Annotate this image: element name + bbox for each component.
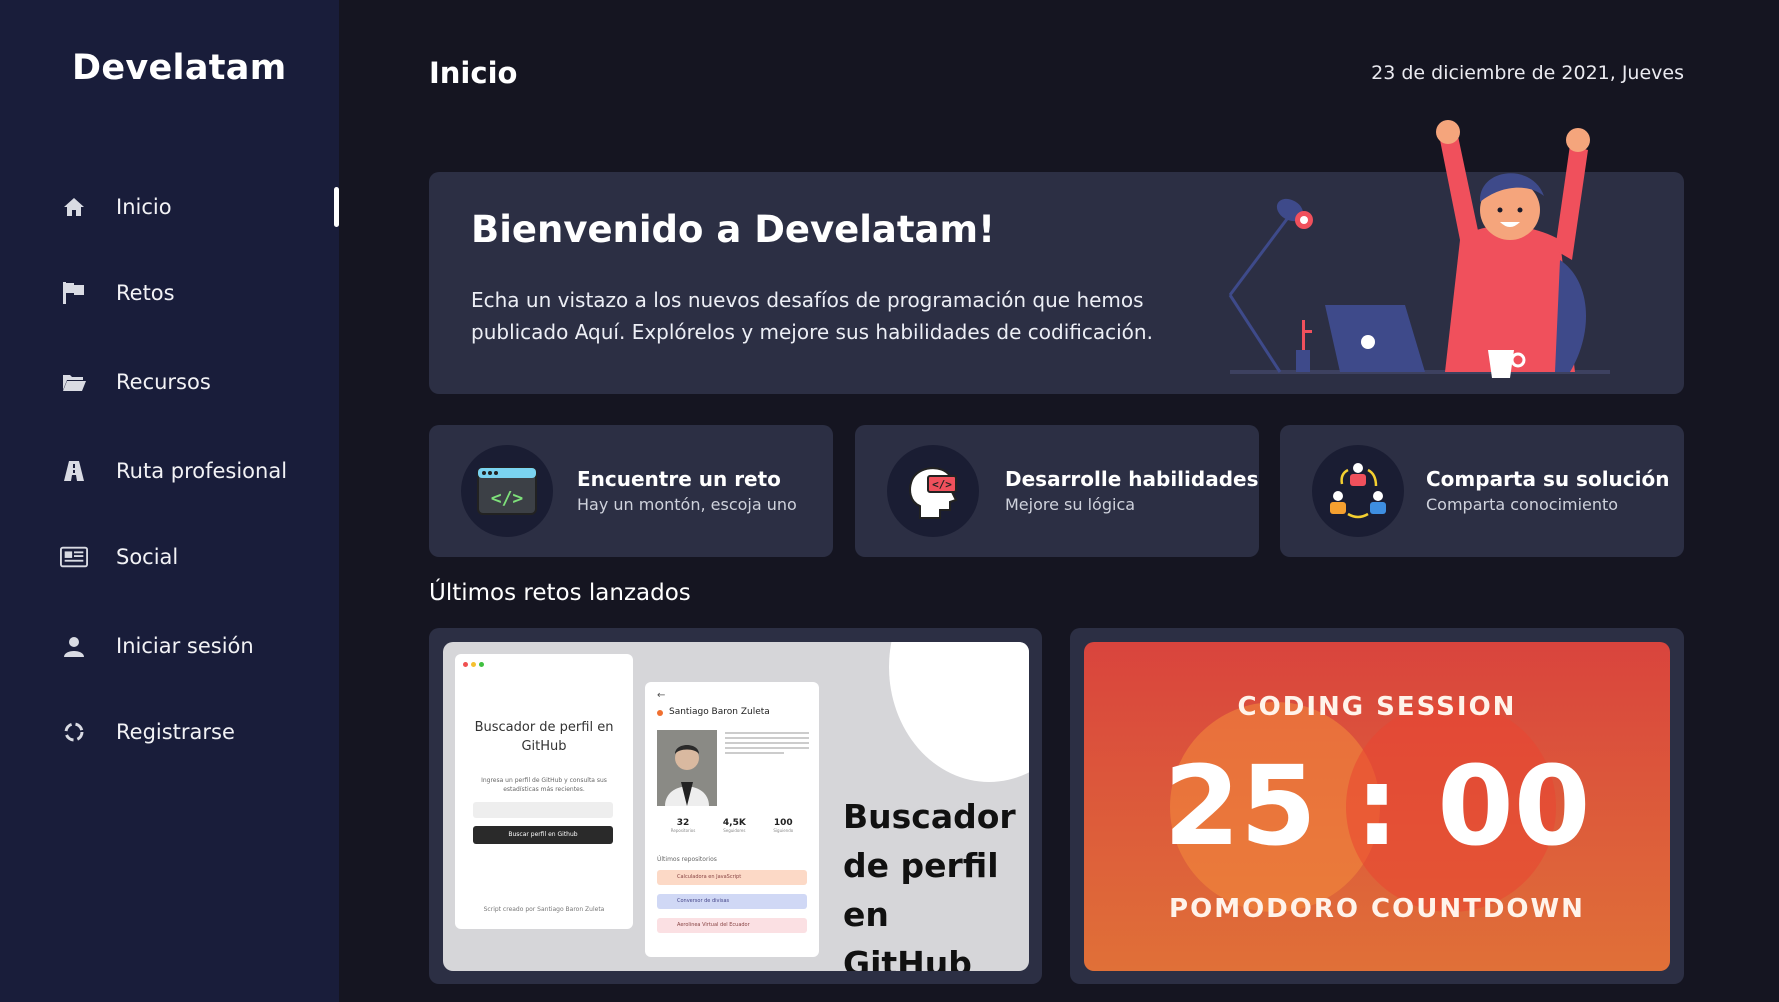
sidebar-item-label: Ruta profesional (116, 459, 288, 483)
search-panel-preview: Buscador de perfil en GitHub Ingresa un … (455, 654, 633, 929)
feature-card-develop-skills[interactable]: </> Desarrolle habilidades Mejore su lóg… (855, 425, 1259, 557)
head-code-icon: </> (887, 445, 979, 537)
sidebar-item-label: Retos (116, 281, 175, 305)
sidebar-item-label: Social (116, 545, 179, 569)
pomodoro-countdown-label: POMODORO COUNTDOWN (1169, 894, 1585, 924)
welcome-title: Bienvenido a Develatam! (471, 208, 995, 251)
brand-logo[interactable]: Develatam (72, 48, 286, 88)
user-icon (60, 632, 88, 660)
stat-repos: 32 Repositorios (670, 818, 696, 833)
latest-challenges-title: Últimos retos lanzados (429, 580, 691, 606)
current-date: 23 de diciembre de 2021, Jueves (1371, 62, 1684, 84)
feature-card-share-solution[interactable]: Comparta su solución Comparta conocimien… (1280, 425, 1684, 557)
challenge-card-pomodoro[interactable]: CODING SESSION 25 : 00 POMODORO COUNTDOW… (1070, 628, 1684, 984)
profile-photo (657, 730, 717, 806)
sidebar-item-label: Recursos (116, 370, 211, 394)
preview-desc: Ingresa un perfil de GitHub y consulta s… (481, 777, 607, 793)
feature-subtitle: Hay un montón, escoja uno (577, 495, 797, 514)
stat-followers: 4,5K Seguidores (722, 818, 746, 833)
flag-icon (60, 279, 88, 307)
circle-notch-icon (60, 718, 88, 746)
preview-input (473, 802, 613, 818)
stat-following: 100 Siguiendo (773, 818, 794, 833)
repo-item: Conversor de divisas (657, 894, 807, 909)
sidebar-item-label: Iniciar sesión (116, 634, 254, 658)
window-dots-icon (463, 662, 484, 667)
sidebar-item-iniciar-sesion[interactable]: Iniciar sesión (0, 619, 339, 673)
sidebar-item-label: Registrarse (116, 720, 235, 744)
feature-subtitle: Comparta conocimiento (1426, 495, 1619, 514)
preview-footer: Script creado por Santiago Baron Zuleta (483, 906, 605, 913)
profile-panel-preview: ← Santiago Baron Zuleta 32 Repositorios 4… (645, 682, 819, 957)
repo-item: Calculadora en JavaScript (657, 870, 807, 885)
svg-text:</>: </> (491, 488, 524, 509)
feature-title: Desarrolle habilidades (1005, 467, 1259, 491)
road-icon (60, 457, 88, 485)
sidebar: Develatam Inicio Retos Recursos Ruta pro… (0, 0, 339, 1002)
home-icon (60, 193, 88, 221)
celebrating-developer-illustration (1228, 120, 1610, 378)
challenge-thumbnail: CODING SESSION 25 : 00 POMODORO COUNTDOW… (1084, 642, 1670, 971)
status-dot (657, 710, 663, 716)
challenge-big-title: Buscador de perfil en GitHub (843, 797, 1016, 971)
sidebar-item-recursos[interactable]: Recursos (0, 355, 339, 409)
decorative-blob (889, 642, 1029, 782)
feature-title: Encuentre un reto (577, 467, 781, 491)
profile-stats: 32 Repositorios 4,5K Seguidores 100 Siguien… (657, 818, 807, 833)
repos-title: Últimos repositorios (657, 856, 717, 863)
preview-search-button: Buscar perfil en Github (473, 826, 613, 844)
challenge-card-github-finder[interactable]: Buscador de perfil en GitHub Ingresa un … (429, 628, 1042, 984)
countdown-time: 25 : 00 (1163, 742, 1591, 870)
coding-session-label: CODING SESSION (1237, 692, 1517, 722)
svg-text:</>: </> (932, 478, 952, 491)
challenge-thumbnail: Buscador de perfil en GitHub Ingresa un … (443, 642, 1029, 971)
page-title: Inicio (429, 56, 518, 90)
feature-subtitle: Mejore su lógica (1005, 495, 1136, 514)
sidebar-item-label: Inicio (116, 195, 172, 219)
back-arrow-icon: ← (657, 690, 666, 701)
folder-icon (60, 368, 88, 396)
feature-title: Comparta su solución (1426, 467, 1670, 491)
newspaper-icon (60, 543, 88, 571)
sidebar-item-social[interactable]: Social (0, 530, 339, 584)
sidebar-item-inicio[interactable]: Inicio (0, 180, 339, 234)
sidebar-item-registrarse[interactable]: Registrarse (0, 705, 339, 759)
sidebar-item-ruta-profesional[interactable]: Ruta profesional (0, 444, 339, 498)
welcome-text: Echa un vistazo a los nuevos desafíos de… (471, 288, 1153, 344)
feature-card-find-challenge[interactable]: </> Encuentre un reto Hay un montón, esc… (429, 425, 833, 557)
profile-bio-lines (725, 732, 809, 757)
preview-title: Buscador de perfil en GitHub (474, 720, 614, 754)
repo-item: Aerolinea Virtual del Ecuador (657, 918, 807, 933)
profile-name: Santiago Baron Zuleta (669, 707, 770, 717)
sidebar-item-retos[interactable]: Retos (0, 266, 339, 320)
code-window-icon: </> (461, 445, 553, 537)
active-indicator (334, 187, 339, 227)
share-people-icon (1312, 445, 1404, 537)
